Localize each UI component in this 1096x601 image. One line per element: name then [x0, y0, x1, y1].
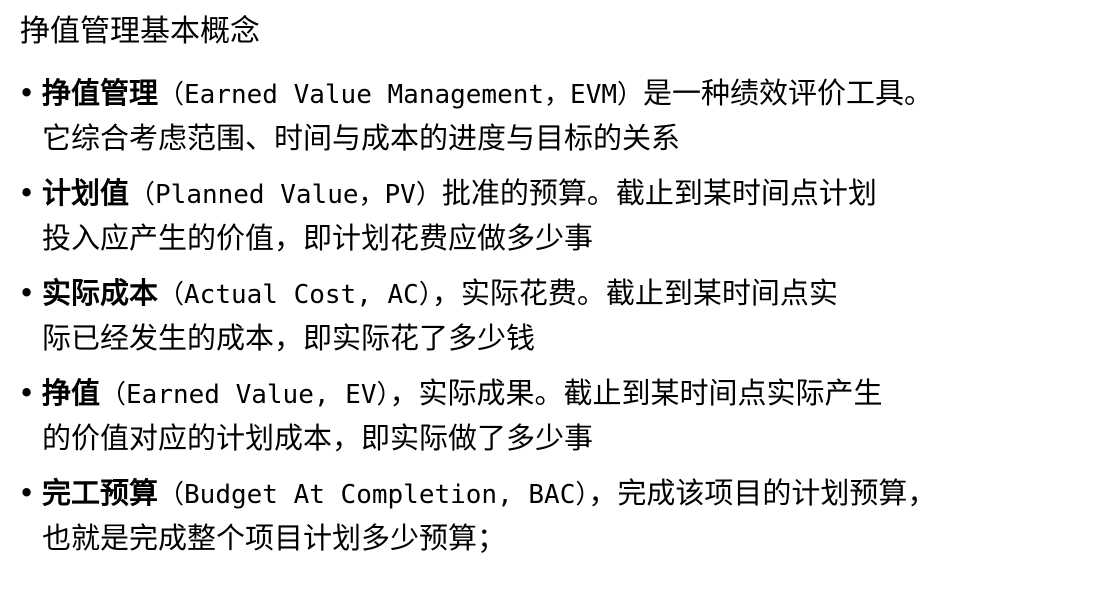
term-abbreviation: （Planned Value，PV）: [129, 180, 442, 210]
item-line-2: 也就是完成整个项目计划多少预算；: [42, 521, 507, 555]
term-description: 是一种绩效评价工具。: [643, 76, 934, 110]
item-line-1: 挣值（Earned Value, EV），实际成果。截止到某时间点实际产生: [42, 372, 1084, 417]
item-line-2: 际已经发生的成本，即实际花了多少钱: [42, 321, 536, 355]
term-label: 完工预算: [42, 476, 159, 510]
item-line-2: 它综合考虑范围、时间与成本的进度与目标的关系: [42, 121, 681, 155]
term-label: 实际成本: [42, 276, 159, 310]
list-item-ev: • 挣值（Earned Value, EV），实际成果。截止到某时间点实际产生 …: [14, 372, 1084, 460]
bullet-icon: •: [18, 176, 36, 210]
term-description: ，完成该项目的计划预算，: [588, 476, 937, 510]
bullet-icon: •: [18, 276, 36, 310]
item-line-1: 挣值管理（Earned Value Management，EVM）是一种绩效评价…: [42, 72, 1084, 117]
term-abbreviation: （Actual Cost, AC）: [158, 280, 432, 310]
term-description: 批准的预算。截止到某时间点计划: [441, 176, 877, 210]
term-description: ，实际成果。截止到某时间点实际产生: [389, 376, 883, 410]
term-description: ，实际花费。截止到某时间点实: [431, 276, 838, 310]
slide-title: 挣值管理基本概念: [20, 14, 260, 49]
term-abbreviation: （Earned Value, EV）: [100, 380, 390, 410]
bullet-icon: •: [18, 376, 36, 410]
bullet-icon: •: [18, 476, 36, 510]
item-line-1: 计划值（Planned Value，PV）批准的预算。截止到某时间点计划: [42, 172, 1084, 217]
term-abbreviation: （Earned Value Management，EVM）: [158, 80, 644, 110]
term-label: 挣值管理: [42, 76, 159, 110]
item-line-2: 的价值对应的计划成本，即实际做了多少事: [42, 421, 594, 455]
item-line-1: 实际成本（Actual Cost, AC），实际花费。截止到某时间点实: [42, 272, 1084, 317]
term-label: 挣值: [42, 376, 101, 410]
list-item-pv: • 计划值（Planned Value，PV）批准的预算。截止到某时间点计划 投…: [14, 172, 1084, 260]
term-label: 计划值: [42, 176, 130, 210]
concept-list: • 挣值管理（Earned Value Management，EVM）是一种绩效…: [14, 72, 1084, 572]
list-item-evm: • 挣值管理（Earned Value Management，EVM）是一种绩效…: [14, 72, 1084, 160]
term-abbreviation: （Budget At Completion, BAC）: [158, 480, 589, 510]
list-item-ac: • 实际成本（Actual Cost, AC），实际花费。截止到某时间点实 际已…: [14, 272, 1084, 360]
item-line-2: 投入应产生的价值，即计划花费应做多少事: [42, 221, 594, 255]
list-item-bac: • 完工预算（Budget At Completion, BAC），完成该项目的…: [14, 472, 1084, 560]
item-line-1: 完工预算（Budget At Completion, BAC），完成该项目的计划…: [42, 472, 1084, 517]
bullet-icon: •: [18, 76, 36, 110]
